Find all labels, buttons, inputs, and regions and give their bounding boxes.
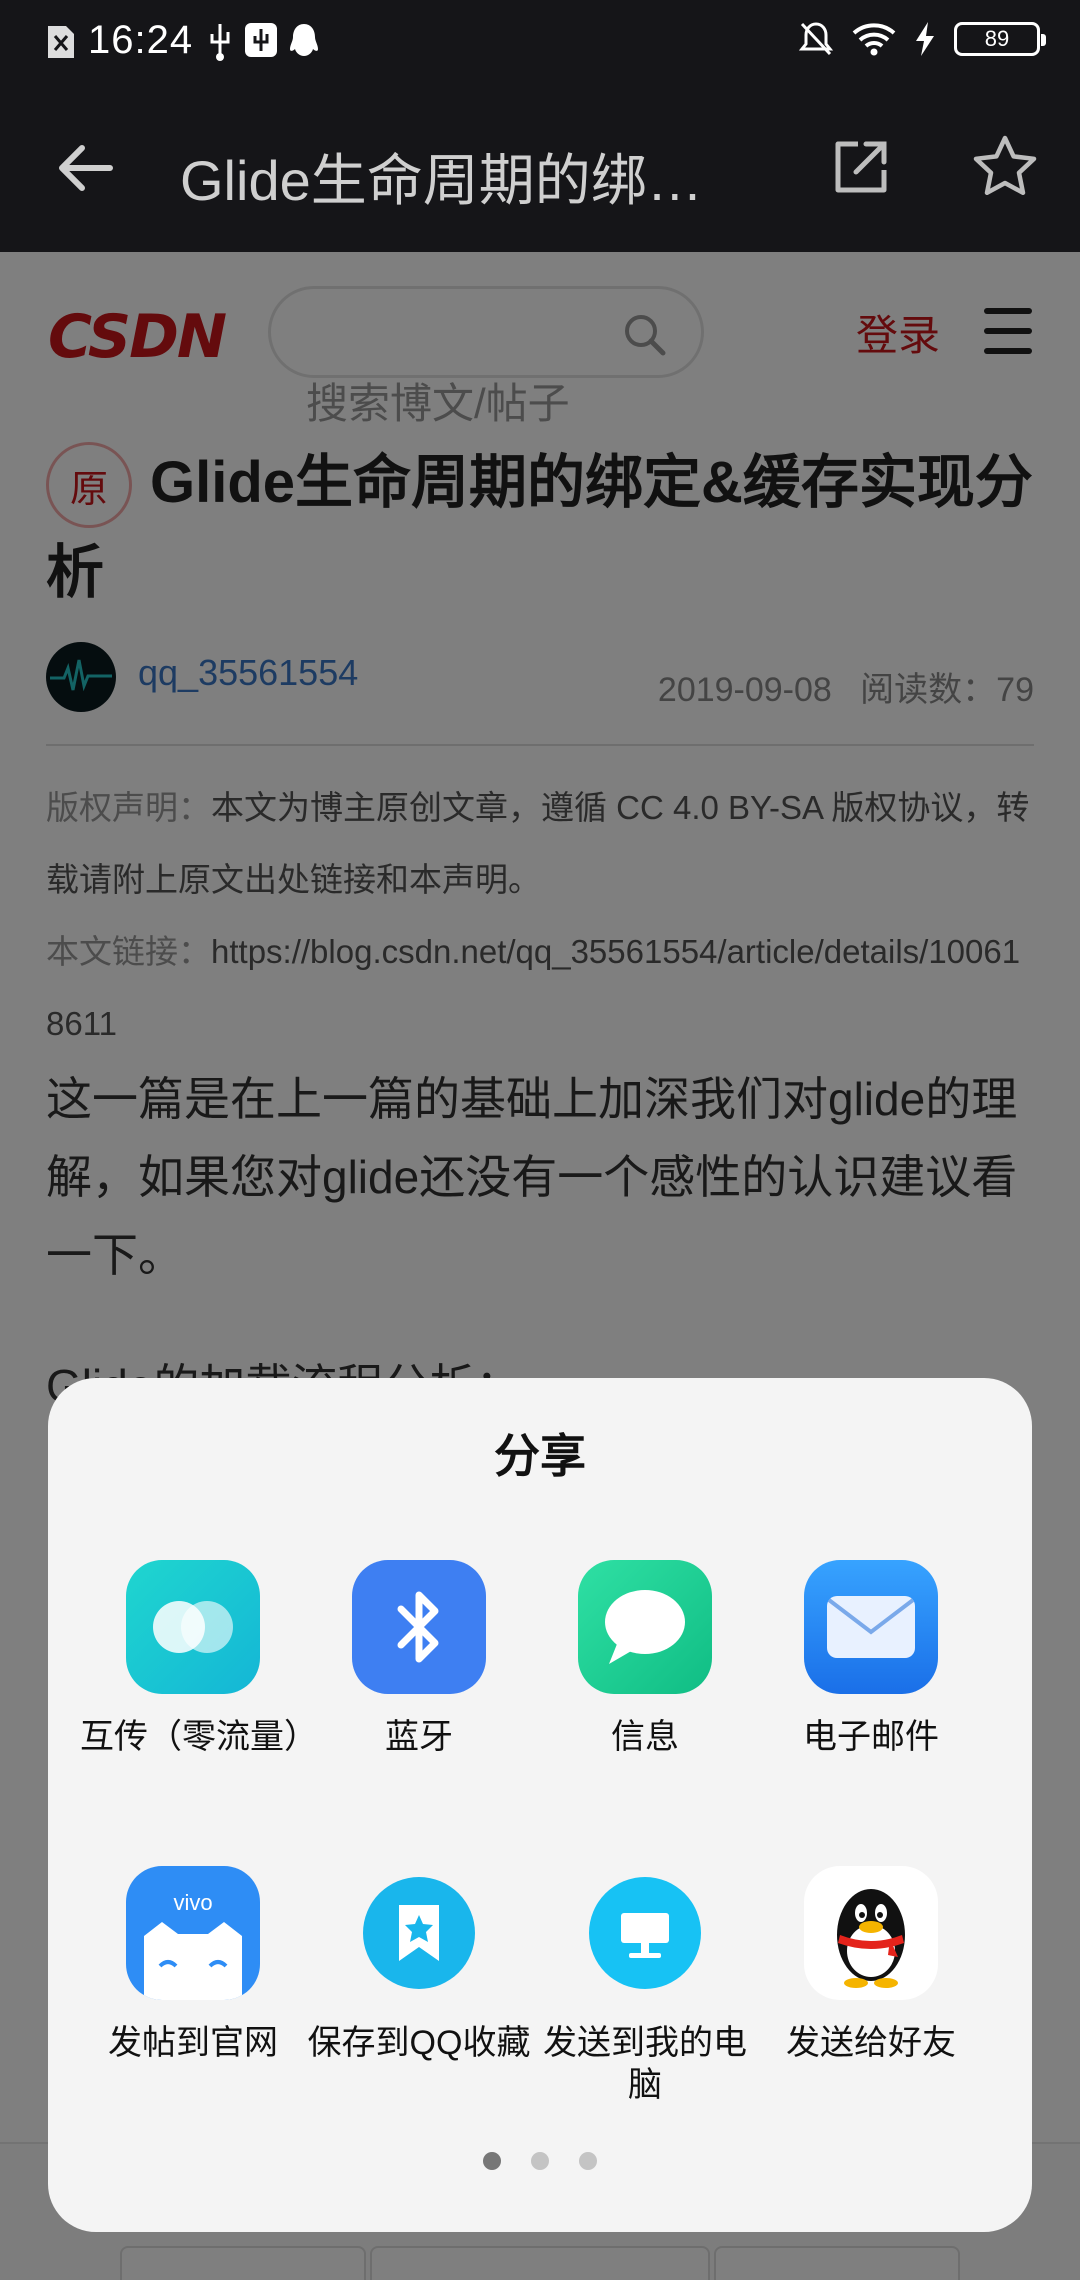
share-option-message[interactable]: 信息 — [532, 1560, 758, 1758]
share-option-bluetooth[interactable]: 蓝牙 — [306, 1560, 532, 1758]
share-option-qq-favorites[interactable]: 保存到QQ收藏 — [306, 1866, 532, 2064]
share-option-qq-friend[interactable]: 发送给好友 — [758, 1866, 984, 2064]
favorite-star-icon[interactable] — [972, 134, 1038, 200]
charging-icon — [916, 22, 934, 56]
qq-notification-icon — [290, 24, 318, 56]
transfer-icon — [126, 1560, 260, 1694]
usb-icon — [210, 24, 230, 61]
share-option-transfer[interactable]: 互传（零流量） — [80, 1560, 318, 1758]
page-dot[interactable] — [579, 2152, 597, 2170]
back-arrow-icon[interactable] — [52, 134, 120, 202]
qq-favorites-icon — [352, 1866, 486, 2000]
status-icons: 89 — [798, 20, 1046, 58]
page-dot[interactable] — [531, 2152, 549, 2170]
qq-penguin-icon — [804, 1866, 938, 2000]
vivo-forum-icon: vivo — [126, 1866, 260, 2000]
share-icon[interactable] — [832, 138, 890, 196]
page-dot[interactable] — [483, 2152, 501, 2170]
share-option-email[interactable]: 电子邮件 — [758, 1560, 984, 1758]
share-option-label: 发送到我的电脑 — [543, 2024, 747, 2104]
browser-toolbar: Glide生命周期的绑… — [0, 84, 1080, 252]
mail-icon — [804, 1560, 938, 1694]
share-option-label: 发送给好友 — [786, 2024, 956, 2062]
message-icon — [578, 1560, 712, 1694]
share-option-label: 保存到QQ收藏 — [307, 2024, 531, 2062]
share-option-my-computer[interactable]: 发送到我的电脑 — [532, 1866, 758, 2106]
clock: 16:24 — [88, 18, 194, 62]
status-bar: 16:24 89 — [0, 0, 1080, 84]
bluetooth-icon — [352, 1560, 486, 1694]
battery-level: 89 — [984, 26, 1010, 51]
share-option-label: 互传（零流量） — [80, 1718, 318, 1756]
sim-missing-icon — [48, 26, 74, 58]
share-option-label: 信息 — [611, 1718, 679, 1756]
battery-indicator: 89 — [954, 22, 1046, 56]
share-option-vivo-forum[interactable]: vivo 发帖到官网 — [80, 1866, 306, 2064]
wifi-icon — [852, 23, 896, 56]
share-option-label: 蓝牙 — [385, 1718, 453, 1756]
share-sheet-title: 分享 — [494, 1430, 586, 1482]
share-option-label: 发帖到官网 — [108, 2024, 278, 2062]
svg-text:vivo: vivo — [173, 1890, 212, 1915]
share-sheet: 分享 互传（零流量） 蓝牙 信息 电子邮件 vivo 发帖到官网 保存到QQ收藏… — [48, 1378, 1032, 2232]
my-computer-icon — [578, 1866, 712, 2000]
page-indicator[interactable] — [48, 2152, 1032, 2170]
share-option-label: 电子邮件 — [803, 1718, 939, 1756]
usb-debug-icon — [245, 23, 277, 57]
page-title: Glide生命周期的绑… — [180, 149, 703, 212]
mute-notification-icon — [798, 22, 834, 56]
